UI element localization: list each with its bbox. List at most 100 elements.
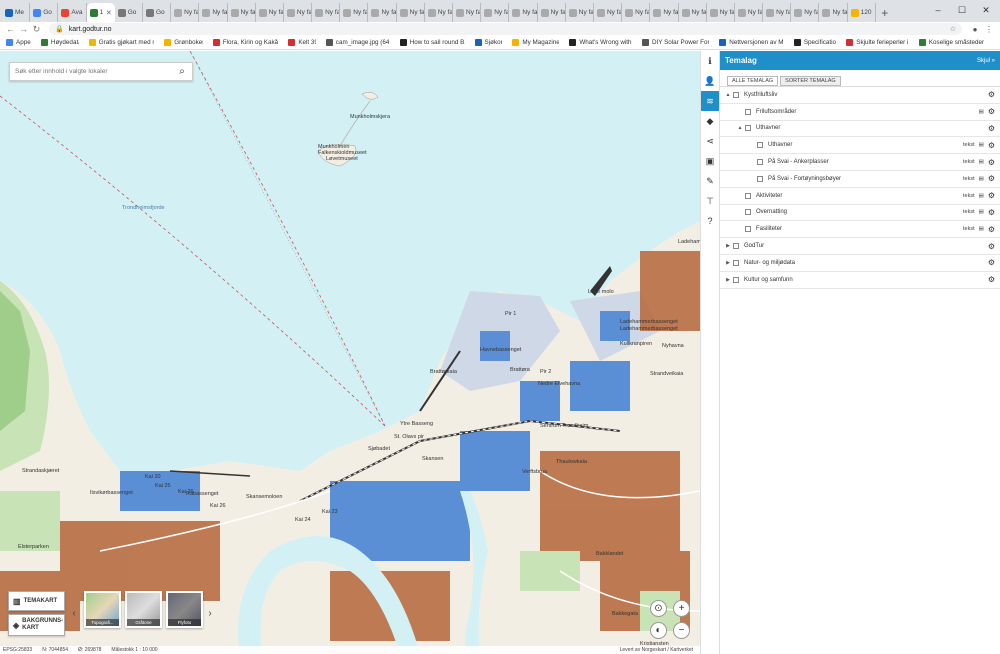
share-icon[interactable]: ⋖ <box>701 131 719 151</box>
basemap-thumb-flyfoto[interactable]: Flyfoto <box>166 591 203 628</box>
layer-checkbox[interactable] <box>745 125 751 132</box>
browser-tab[interactable]: Ny fane <box>256 3 284 22</box>
layer-checkbox[interactable] <box>733 276 739 283</box>
compass-icon[interactable]: ◐ <box>650 622 667 639</box>
layer-checkbox[interactable] <box>745 192 751 199</box>
layer-text-toggle[interactable]: tekst <box>963 226 975 232</box>
scale[interactable]: Målestokk 1 : 10 000 <box>111 647 157 653</box>
maximize-icon[interactable]: ☐ <box>950 0 974 20</box>
browser-tab[interactable]: Ny fane <box>679 3 707 22</box>
gear-icon[interactable]: ⚙ <box>988 107 995 116</box>
browser-tab[interactable]: Ny fane <box>791 3 820 22</box>
browser-tab[interactable]: Ny fane <box>622 3 651 22</box>
bookmark-star-icon[interactable]: ☆ <box>950 25 956 33</box>
layer-row[interactable]: På Svai - Fortøyningsbøyer tekst ▤ ⚙ <box>720 171 1000 188</box>
basemap-thumb-topografi[interactable]: Topografi... <box>84 591 121 628</box>
bookmark-item[interactable]: Apper <box>6 39 31 46</box>
projection[interactable]: EPSG:25833 <box>3 647 32 653</box>
layer-row[interactable]: Aktiviteter tekst ▤ ⚙ <box>720 188 1000 205</box>
expand-toggle-icon[interactable]: ▲ <box>737 125 743 131</box>
bookmark-item[interactable]: My Magazines <box>512 39 559 46</box>
layers-icon[interactable]: ≋ <box>701 91 719 111</box>
locate-icon[interactable]: ⊙ <box>650 600 667 617</box>
gear-icon[interactable]: ⚙ <box>988 208 995 217</box>
bookmark-item[interactable]: Kelt 39 <box>288 39 316 46</box>
gear-icon[interactable]: ⚙ <box>988 90 995 99</box>
browser-tab[interactable]: Me <box>2 3 31 22</box>
legend-icon[interactable]: ▤ <box>979 193 984 199</box>
search-icon[interactable]: ⌕ <box>175 65 189 79</box>
close-window-icon[interactable]: ✕ <box>974 0 998 20</box>
gear-icon[interactable]: ⚙ <box>988 225 995 234</box>
new-tab-button[interactable]: + <box>876 3 894 22</box>
legend-icon[interactable]: ▤ <box>979 159 984 165</box>
bookmark-item[interactable]: How to sail round B... <box>399 39 465 46</box>
layer-row[interactable]: På Svai - Ankerplasser tekst ▤ ⚙ <box>720 154 1000 171</box>
layer-checkbox[interactable] <box>757 142 763 149</box>
browser-tab[interactable]: Go <box>30 3 59 22</box>
gear-icon[interactable]: ⚙ <box>988 124 995 133</box>
bookmark-item[interactable]: Specification <box>793 39 836 46</box>
browser-tab[interactable]: 120 <box>848 3 876 22</box>
layer-checkbox[interactable] <box>745 108 751 115</box>
layer-row[interactable]: ▲ Kystfriluftsliv ⚙ <box>720 87 1000 104</box>
browser-tab[interactable]: Ny fane <box>763 3 792 22</box>
layer-checkbox[interactable] <box>733 91 739 98</box>
browser-tab[interactable]: Ny fane <box>594 3 623 22</box>
bookmark-item[interactable]: Skjulte ferieperler i... <box>846 39 909 46</box>
layer-row[interactable]: ▶ Kultur og samfunn ⚙ <box>720 272 1000 289</box>
map-search[interactable]: ⌕ <box>9 62 193 81</box>
profile-avatar-icon[interactable]: ● <box>968 25 982 34</box>
bookmark-item[interactable]: DIY Solar Power For... <box>641 39 709 46</box>
layer-text-toggle[interactable]: tekst <box>963 159 975 165</box>
browser-tab[interactable]: Ny fane <box>566 3 594 22</box>
reload-icon[interactable]: ↻ <box>30 24 43 35</box>
layer-text-toggle[interactable]: tekst <box>963 142 975 148</box>
info-icon[interactable]: ℹ <box>701 51 719 71</box>
attribution[interactable]: Levert av Norgeskart / Kartverket <box>620 647 693 653</box>
browser-tab[interactable]: Ny fane <box>228 3 256 22</box>
browser-tab[interactable]: Ny fane <box>650 3 679 22</box>
layer-checkbox[interactable] <box>757 159 763 166</box>
temakart-button[interactable]: ▥ TEMAKART <box>8 591 65 611</box>
browser-tab[interactable]: Ny fane <box>819 3 848 22</box>
hide-panel-link[interactable]: Skjul » <box>977 58 995 64</box>
layer-checkbox[interactable] <box>733 243 739 250</box>
bookmark-item[interactable]: cam_image.jpg (64... <box>325 39 390 46</box>
briefcase-icon[interactable]: ▣ <box>701 151 719 171</box>
expand-toggle-icon[interactable]: ▶ <box>725 277 731 283</box>
help-icon[interactable]: ? <box>701 211 719 231</box>
layer-row[interactable]: ▲ Uthavner ⚙ <box>720 121 1000 138</box>
close-tab-icon[interactable]: ✕ <box>106 9 112 17</box>
layer-text-toggle[interactable]: tekst <box>963 193 975 199</box>
bookmark-item[interactable]: What's Wrong with... <box>569 39 632 46</box>
gear-icon[interactable]: ⚙ <box>988 242 995 251</box>
layer-checkbox[interactable] <box>745 209 751 216</box>
layer-checkbox[interactable] <box>745 226 751 233</box>
pencil-icon[interactable]: ✎ <box>701 171 719 191</box>
basemap-thumb-gratone[interactable]: Gråtone <box>125 591 162 628</box>
forward-icon[interactable]: → <box>17 24 30 34</box>
browser-tab[interactable]: 1 ✕ <box>86 3 115 22</box>
legend-icon[interactable]: ▤ <box>979 142 984 148</box>
back-icon[interactable]: ← <box>4 24 17 34</box>
legend-icon[interactable]: ▤ <box>979 109 984 115</box>
tab-sorter-temalag[interactable]: SORTER TEMALAG <box>780 76 841 86</box>
browser-tab[interactable]: Ny fane <box>340 3 369 22</box>
layer-row[interactable]: Fasiliteter tekst ▤ ⚙ <box>720 221 1000 239</box>
browser-tab[interactable]: Ny fane <box>284 3 313 22</box>
browser-tab[interactable]: Ny fane <box>368 3 397 22</box>
bookmark-item[interactable]: Høydedata <box>40 39 79 46</box>
layer-row[interactable]: Friluftsområder ▤ ⚙ <box>720 104 1000 121</box>
legend-icon[interactable]: ▤ <box>979 176 984 182</box>
layer-text-toggle[interactable]: tekst <box>963 176 975 182</box>
bookmark-item[interactable]: Nettversjonen av M... <box>719 39 784 46</box>
expand-toggle-icon[interactable]: ▶ <box>725 243 731 249</box>
layer-text-toggle[interactable]: tekst <box>963 209 975 215</box>
gear-icon[interactable]: ⚙ <box>988 158 995 167</box>
layer-row[interactable]: ▶ GodTur ⚙ <box>720 238 1000 255</box>
legend-icon[interactable]: ▤ <box>979 226 984 232</box>
browser-tab[interactable]: Ny fane <box>397 3 425 22</box>
gear-icon[interactable]: ⚙ <box>988 174 995 183</box>
map-canvas[interactable]: Munkholmskjera Munkholmen Falkenskioldmuse… <box>0 51 700 654</box>
